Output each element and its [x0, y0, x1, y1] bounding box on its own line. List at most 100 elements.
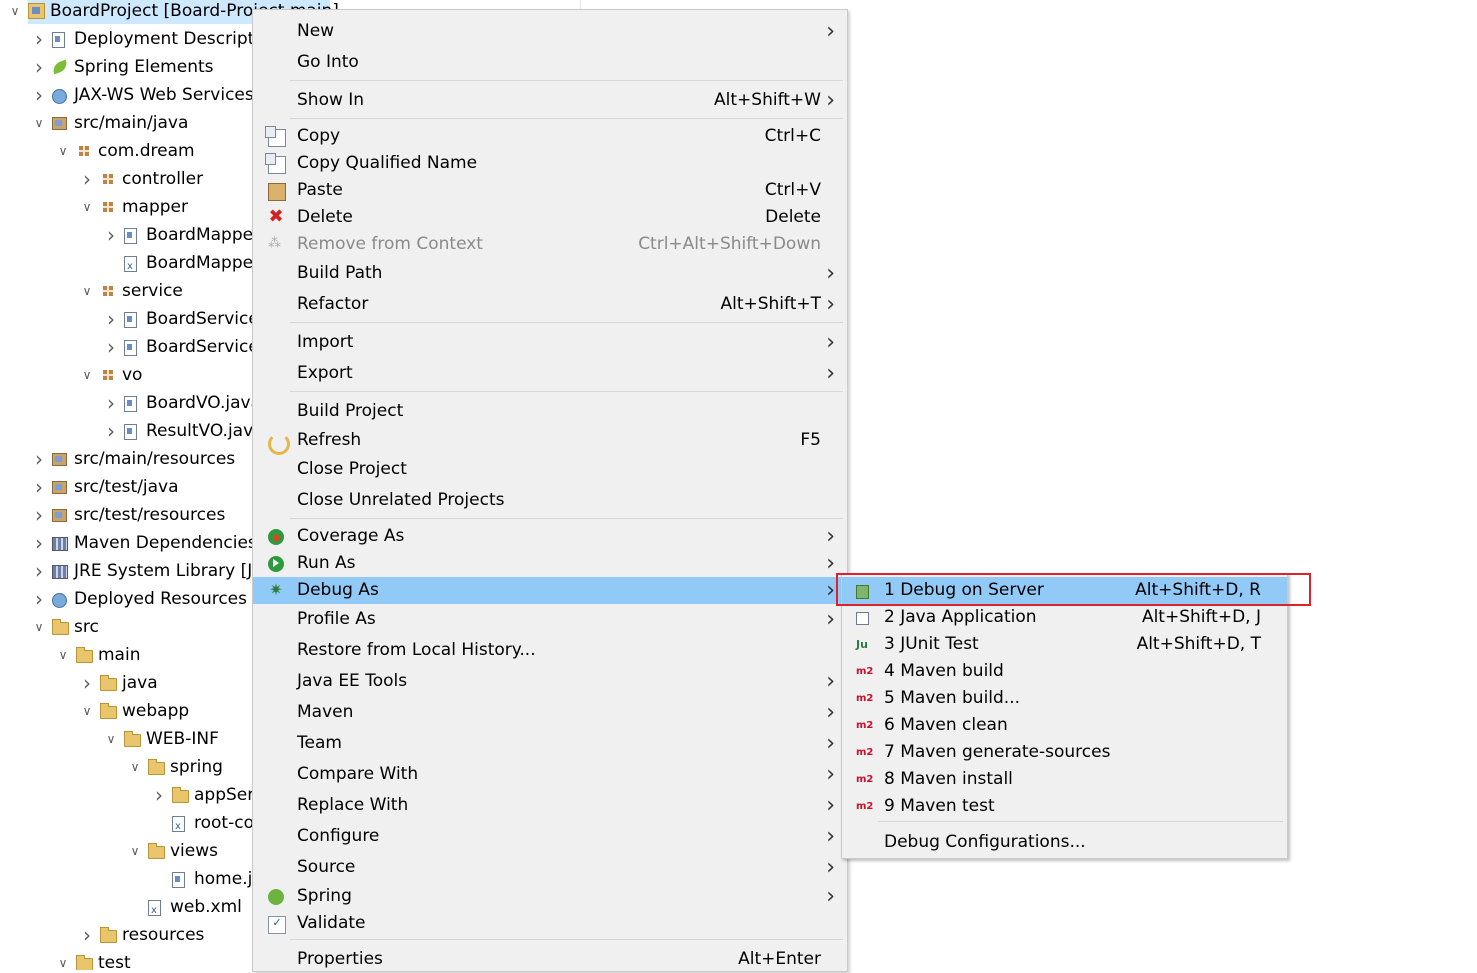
tree-row-label: controller	[122, 169, 204, 189]
context-menu[interactable]: New › Go Into Show In Alt+Shift+W › Copy Ctrl+C…	[252, 9, 848, 972]
debug-icon: ✷	[269, 580, 283, 599]
submenu-item-4-maven-build[interactable]: m2 4 Maven build	[842, 658, 1287, 685]
collapsed-chevron-icon[interactable]: ›	[32, 586, 46, 614]
expanded-chevron-icon[interactable]: ∨	[128, 838, 142, 866]
junit-icon: Ju	[856, 638, 868, 651]
menu-item-import[interactable]: Import ›	[253, 329, 847, 356]
menu-item-paste[interactable]: Paste Ctrl+V	[253, 177, 847, 204]
web-services-icon	[52, 89, 67, 104]
collapsed-chevron-icon[interactable]: ›	[80, 922, 94, 950]
menu-item-validate[interactable]: ✓ Validate	[253, 910, 847, 937]
tree-row-label: JAX-WS Web Services	[74, 85, 254, 105]
expanded-chevron-icon[interactable]: ∨	[56, 138, 70, 166]
collapsed-chevron-icon[interactable]: ›	[104, 306, 118, 334]
menu-item-build-path[interactable]: Build Path ›	[253, 260, 847, 287]
expanded-chevron-icon[interactable]: ∨	[80, 278, 94, 306]
tree-row-label: test	[98, 953, 131, 970]
submenu-item-6-maven-clean[interactable]: m2 6 Maven clean	[842, 712, 1287, 739]
menu-item-show-in[interactable]: Show In Alt+Shift+W ›	[253, 87, 847, 114]
collapsed-chevron-icon[interactable]: ›	[104, 390, 118, 418]
menu-item-refresh[interactable]: Refresh F5	[253, 427, 847, 455]
menu-item-label: Profile As	[297, 609, 376, 629]
menu-item-build-project[interactable]: Build Project	[253, 398, 847, 425]
tree-row-label: spring	[170, 757, 223, 777]
expanded-chevron-icon[interactable]: ∨	[32, 614, 46, 642]
expanded-chevron-icon[interactable]: ∨	[8, 0, 22, 26]
menu-item-label: Remove from Context	[297, 234, 483, 254]
menu-item-label: Copy Qualified Name	[297, 153, 478, 173]
xml-file-icon	[148, 898, 161, 924]
menu-item-run-as[interactable]: Run As ›	[253, 550, 847, 577]
menu-item-debug-as[interactable]: ✷ Debug As ›	[253, 577, 847, 604]
maven-icon: m2	[856, 720, 874, 731]
source-folder-icon	[52, 509, 67, 522]
java-file-icon	[124, 424, 137, 440]
expanded-chevron-icon[interactable]: ∨	[128, 754, 142, 782]
collapsed-chevron-icon[interactable]: ›	[32, 530, 46, 558]
expanded-chevron-icon[interactable]: ∨	[80, 698, 94, 726]
menu-item-properties[interactable]: Properties Alt+Enter	[253, 946, 847, 973]
menu-item-go-into[interactable]: Go Into	[253, 49, 847, 76]
expanded-chevron-icon[interactable]: ∨	[80, 362, 94, 390]
menu-item-close-project[interactable]: Close Project	[253, 456, 847, 483]
menu-item-shortcut: Ctrl+Alt+Shift+Down	[638, 234, 821, 254]
folder-icon	[148, 759, 165, 775]
tree-row-label: ResultVO.java	[146, 421, 264, 441]
menu-item-export[interactable]: Export ›	[253, 360, 847, 387]
folder-icon	[100, 675, 117, 691]
menu-item-new[interactable]: New ›	[253, 18, 847, 45]
expanded-chevron-icon[interactable]: ∨	[56, 642, 70, 670]
menu-item-spring[interactable]: Spring ›	[253, 883, 847, 910]
expanded-chevron-icon[interactable]: ∨	[32, 110, 46, 138]
collapsed-chevron-icon[interactable]: ›	[32, 558, 46, 586]
submenu-item-7-maven-generate-sources[interactable]: m2 7 Maven generate-sources	[842, 739, 1287, 766]
java-app-icon	[856, 612, 869, 625]
collapsed-chevron-icon[interactable]: ›	[104, 334, 118, 362]
chevron-right-icon: ›	[826, 578, 835, 603]
collapsed-chevron-icon[interactable]: ›	[32, 474, 46, 502]
menu-item-java-ee-tools[interactable]: Java EE Tools ›	[253, 668, 847, 695]
submenu-item-8-maven-install[interactable]: m2 8 Maven install	[842, 766, 1287, 793]
tree-row-label: src	[74, 617, 99, 637]
collapsed-chevron-icon[interactable]: ›	[104, 418, 118, 446]
submenu-item-5-maven-build[interactable]: m2 5 Maven build...	[842, 685, 1287, 712]
debug-as-submenu[interactable]: 1 Debug on Server Alt+Shift+D, R2 Java Ap…	[841, 573, 1288, 859]
collapsed-chevron-icon[interactable]: ›	[80, 166, 94, 194]
menu-item-restore-from-local-history[interactable]: Restore from Local History...	[253, 637, 847, 664]
menu-item-label: Paste	[297, 180, 343, 200]
collapsed-chevron-icon[interactable]: ›	[80, 670, 94, 698]
collapsed-chevron-icon[interactable]: ›	[32, 26, 46, 54]
menu-item-maven[interactable]: Maven ›	[253, 699, 847, 726]
menu-item-coverage-as[interactable]: Coverage As ›	[253, 523, 847, 550]
submenu-item-label: Debug Configurations...	[884, 832, 1086, 852]
menu-item-refactor[interactable]: Refactor Alt+Shift+T ›	[253, 291, 847, 318]
collapsed-chevron-icon[interactable]: ›	[32, 446, 46, 474]
menu-item-compare-with[interactable]: Compare With ›	[253, 761, 847, 788]
collapsed-chevron-icon[interactable]: ›	[104, 222, 118, 250]
expanded-chevron-icon[interactable]: ∨	[104, 726, 118, 754]
menu-item-profile-as[interactable]: Profile As ›	[253, 606, 847, 633]
menu-item-configure[interactable]: Configure ›	[253, 823, 847, 850]
submenu-item-3-junit-test[interactable]: Ju 3 JUnit Test Alt+Shift+D, T	[842, 631, 1287, 658]
menu-item-team[interactable]: Team ›	[253, 730, 847, 757]
menu-item-label: Java EE Tools	[297, 671, 408, 691]
menu-item-copy-qualified-name[interactable]: Copy Qualified Name	[253, 150, 847, 177]
menu-item-label: Validate	[297, 913, 366, 933]
expanded-chevron-icon[interactable]: ∨	[80, 194, 94, 222]
collapsed-chevron-icon[interactable]: ›	[32, 502, 46, 530]
expanded-chevron-icon[interactable]: ∨	[56, 950, 70, 970]
submenu-item-9-maven-test[interactable]: m2 9 Maven test	[842, 793, 1287, 820]
collapsed-chevron-icon[interactable]: ›	[32, 82, 46, 110]
collapsed-chevron-icon[interactable]: ›	[152, 782, 166, 810]
menu-item-delete[interactable]: ✖ Delete Delete	[253, 204, 847, 231]
collapsed-chevron-icon[interactable]: ›	[32, 54, 46, 82]
submenu-item-label: 4 Maven build	[884, 661, 1004, 681]
submenu-item-2-java-application[interactable]: 2 Java Application Alt+Shift+D, J	[842, 604, 1287, 631]
menu-item-replace-with[interactable]: Replace With ›	[253, 792, 847, 819]
menu-item-close-unrelated-projects[interactable]: Close Unrelated Projects	[253, 487, 847, 514]
tree-row-label: views	[170, 841, 219, 861]
menu-item-source[interactable]: Source ›	[253, 854, 847, 881]
menu-item-copy[interactable]: Copy Ctrl+C	[253, 123, 847, 150]
submenu-item-debug-configurations[interactable]: Debug Configurations...	[842, 829, 1287, 856]
menu-item-label: Replace With	[297, 795, 409, 815]
